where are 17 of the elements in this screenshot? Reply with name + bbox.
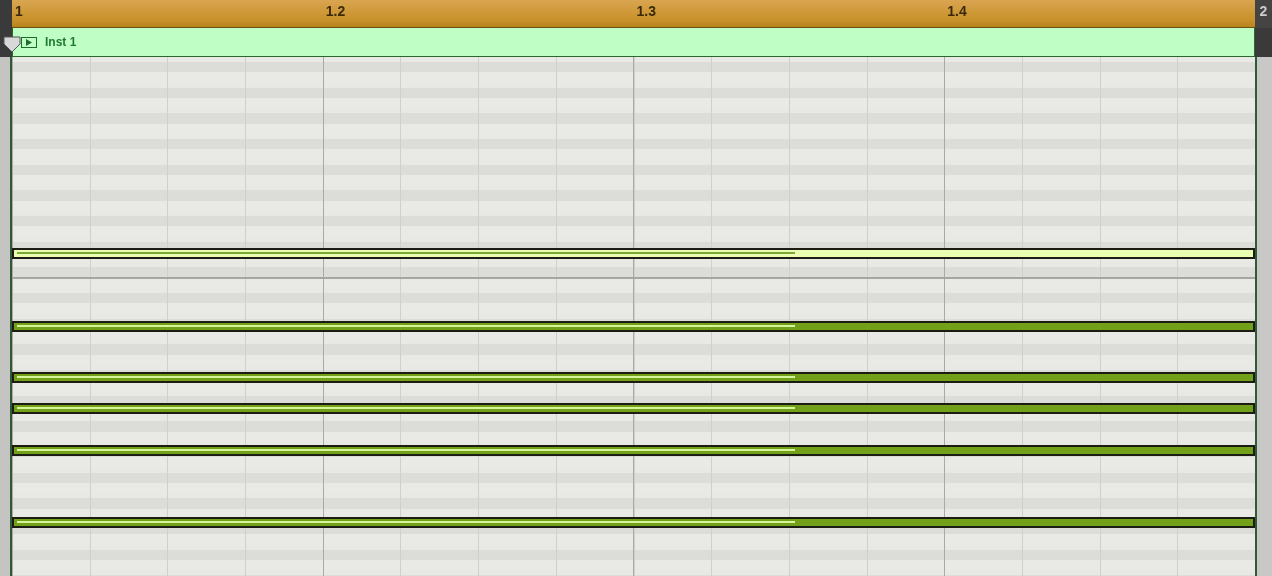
note-bar[interactable] bbox=[12, 444, 1255, 456]
play-icon[interactable] bbox=[21, 36, 37, 48]
note-bar[interactable] bbox=[12, 320, 1255, 332]
ruler-label: 1.3 bbox=[635, 2, 657, 21]
note-grid[interactable] bbox=[12, 57, 1255, 576]
timeline-ruler[interactable]: 1 1.2 1.3 1.4 bbox=[12, 0, 1255, 28]
note-bar[interactable] bbox=[12, 403, 1255, 415]
region-name: Inst 1 bbox=[45, 35, 77, 49]
region-header[interactable]: Inst 1 bbox=[12, 28, 1255, 57]
note-bar[interactable] bbox=[12, 248, 1255, 260]
playhead-icon[interactable] bbox=[3, 36, 21, 53]
ruler-label: 1.2 bbox=[324, 2, 347, 21]
note-bar[interactable] bbox=[12, 516, 1255, 528]
ruler-label: 2 bbox=[1255, 0, 1272, 28]
ruler-label: 1 bbox=[14, 2, 24, 21]
note-bar[interactable] bbox=[12, 372, 1255, 384]
ruler-label: 1.4 bbox=[946, 2, 968, 21]
